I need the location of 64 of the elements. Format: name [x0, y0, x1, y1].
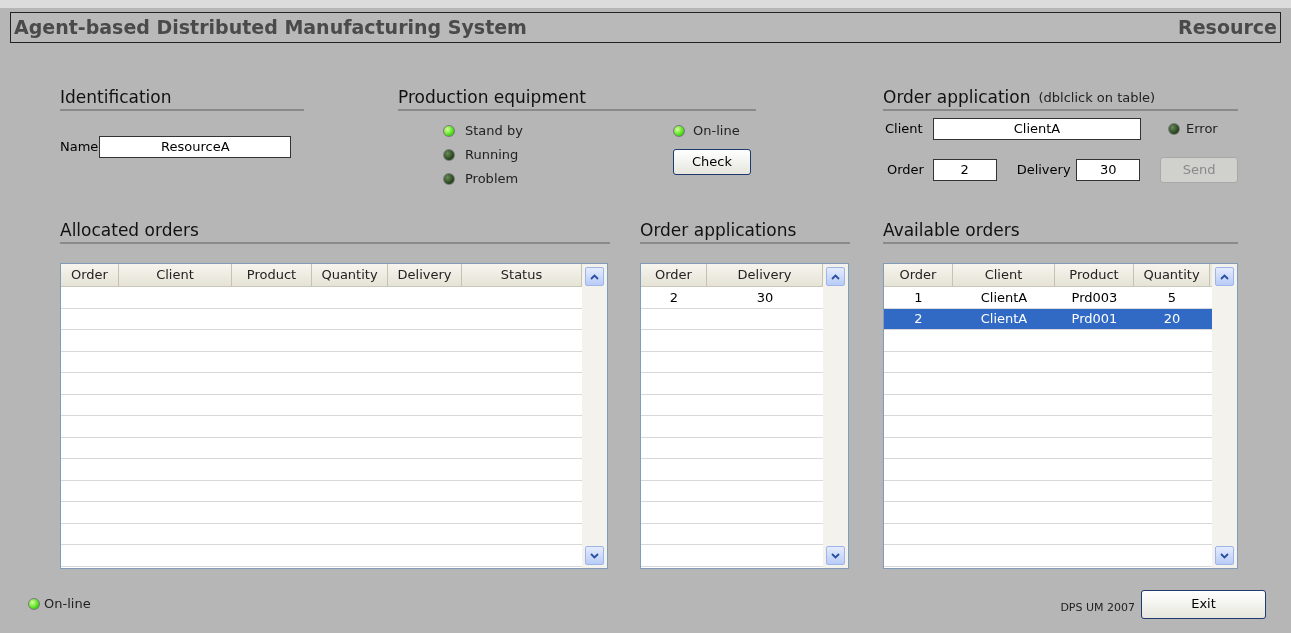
- scroll-up-button[interactable]: [826, 267, 845, 286]
- column-header[interactable]: Product: [1055, 264, 1134, 286]
- column-header[interactable]: Delivery: [707, 264, 823, 286]
- column-header[interactable]: Product: [232, 264, 312, 286]
- column-header[interactable]: Client: [119, 264, 232, 286]
- table-cell-text: ClientA: [979, 310, 1029, 328]
- table-cell-text: 20: [1162, 310, 1182, 328]
- chevron-up-icon: [590, 273, 599, 280]
- hint-text: (dblclick on table): [1038, 89, 1156, 107]
- scroll-up-button[interactable]: [1215, 267, 1234, 286]
- delivery-field[interactable]: 30: [1076, 159, 1141, 181]
- column-header[interactable]: Order: [884, 264, 953, 286]
- scroll-down-button[interactable]: [585, 546, 604, 565]
- section-heading: Allocated orders: [60, 219, 199, 241]
- scroll-down-button[interactable]: [1215, 546, 1234, 565]
- field-label: Order: [886, 161, 925, 180]
- section-heading: Order application: [883, 86, 1031, 108]
- order-field[interactable]: 2: [932, 159, 997, 181]
- column-header[interactable]: Client: [953, 264, 1055, 286]
- scrollbar[interactable]: [582, 264, 607, 568]
- table-cell-text: Prd003: [1070, 288, 1119, 307]
- exit-button[interactable]: Exit: [1141, 589, 1266, 619]
- scrollbar[interactable]: [823, 264, 848, 568]
- field-label: Client: [884, 120, 924, 139]
- table-cell-text: 2: [913, 310, 924, 328]
- field-label: Name: [60, 138, 99, 157]
- chevron-down-icon: [590, 552, 599, 559]
- client-field[interactable]: ClientA: [933, 118, 1141, 140]
- chevron-down-icon: [1220, 552, 1229, 559]
- window-title: Agent-based Distributed Manufacturing System: [14, 15, 527, 41]
- scroll-down-button[interactable]: [826, 546, 845, 565]
- chevron-up-icon: [831, 273, 840, 280]
- section-heading: Identification: [60, 86, 172, 108]
- scroll-up-button[interactable]: [585, 267, 604, 286]
- table-cell-text: 5: [1166, 288, 1178, 307]
- column-header[interactable]: Order: [61, 264, 119, 286]
- section-heading: Order applications: [640, 219, 797, 241]
- lamp-label: Running: [465, 146, 519, 165]
- section-heading: Available orders: [883, 219, 1020, 241]
- table-cell-text: Prd001: [1070, 310, 1119, 328]
- column-header[interactable]: Delivery: [388, 264, 462, 286]
- table-cell-text: ClientA: [979, 288, 1029, 307]
- name-field[interactable]: ResourceA: [99, 136, 292, 158]
- table-cell-text: 2: [668, 288, 680, 307]
- lamp-label: On-line: [693, 122, 740, 141]
- status-text: On-line: [44, 595, 91, 614]
- credit-text: DPS UM 2007: [1060, 599, 1135, 616]
- window-role: Resource: [1178, 15, 1277, 41]
- chevron-down-icon: [831, 552, 840, 559]
- column-header[interactable]: Status: [462, 264, 582, 286]
- check-button[interactable]: Check: [673, 149, 751, 175]
- table-cell-text: 30: [755, 288, 775, 307]
- column-header[interactable]: Quantity: [312, 264, 388, 286]
- column-header[interactable]: Quantity: [1134, 264, 1210, 286]
- lamp-label: Stand by: [465, 122, 523, 141]
- chevron-up-icon: [1220, 273, 1229, 280]
- lamp-label: Problem: [465, 170, 519, 189]
- section-heading: Production equipment: [398, 86, 586, 108]
- lamp-label: Error: [1186, 120, 1218, 139]
- table-cell-text: 1: [913, 288, 924, 307]
- table-row[interactable]: 2 ClientA Prd001 20: [884, 308, 1212, 330]
- scrollbar[interactable]: [1212, 264, 1237, 568]
- column-header[interactable]: Order: [641, 264, 707, 286]
- field-label: Delivery: [1016, 161, 1072, 180]
